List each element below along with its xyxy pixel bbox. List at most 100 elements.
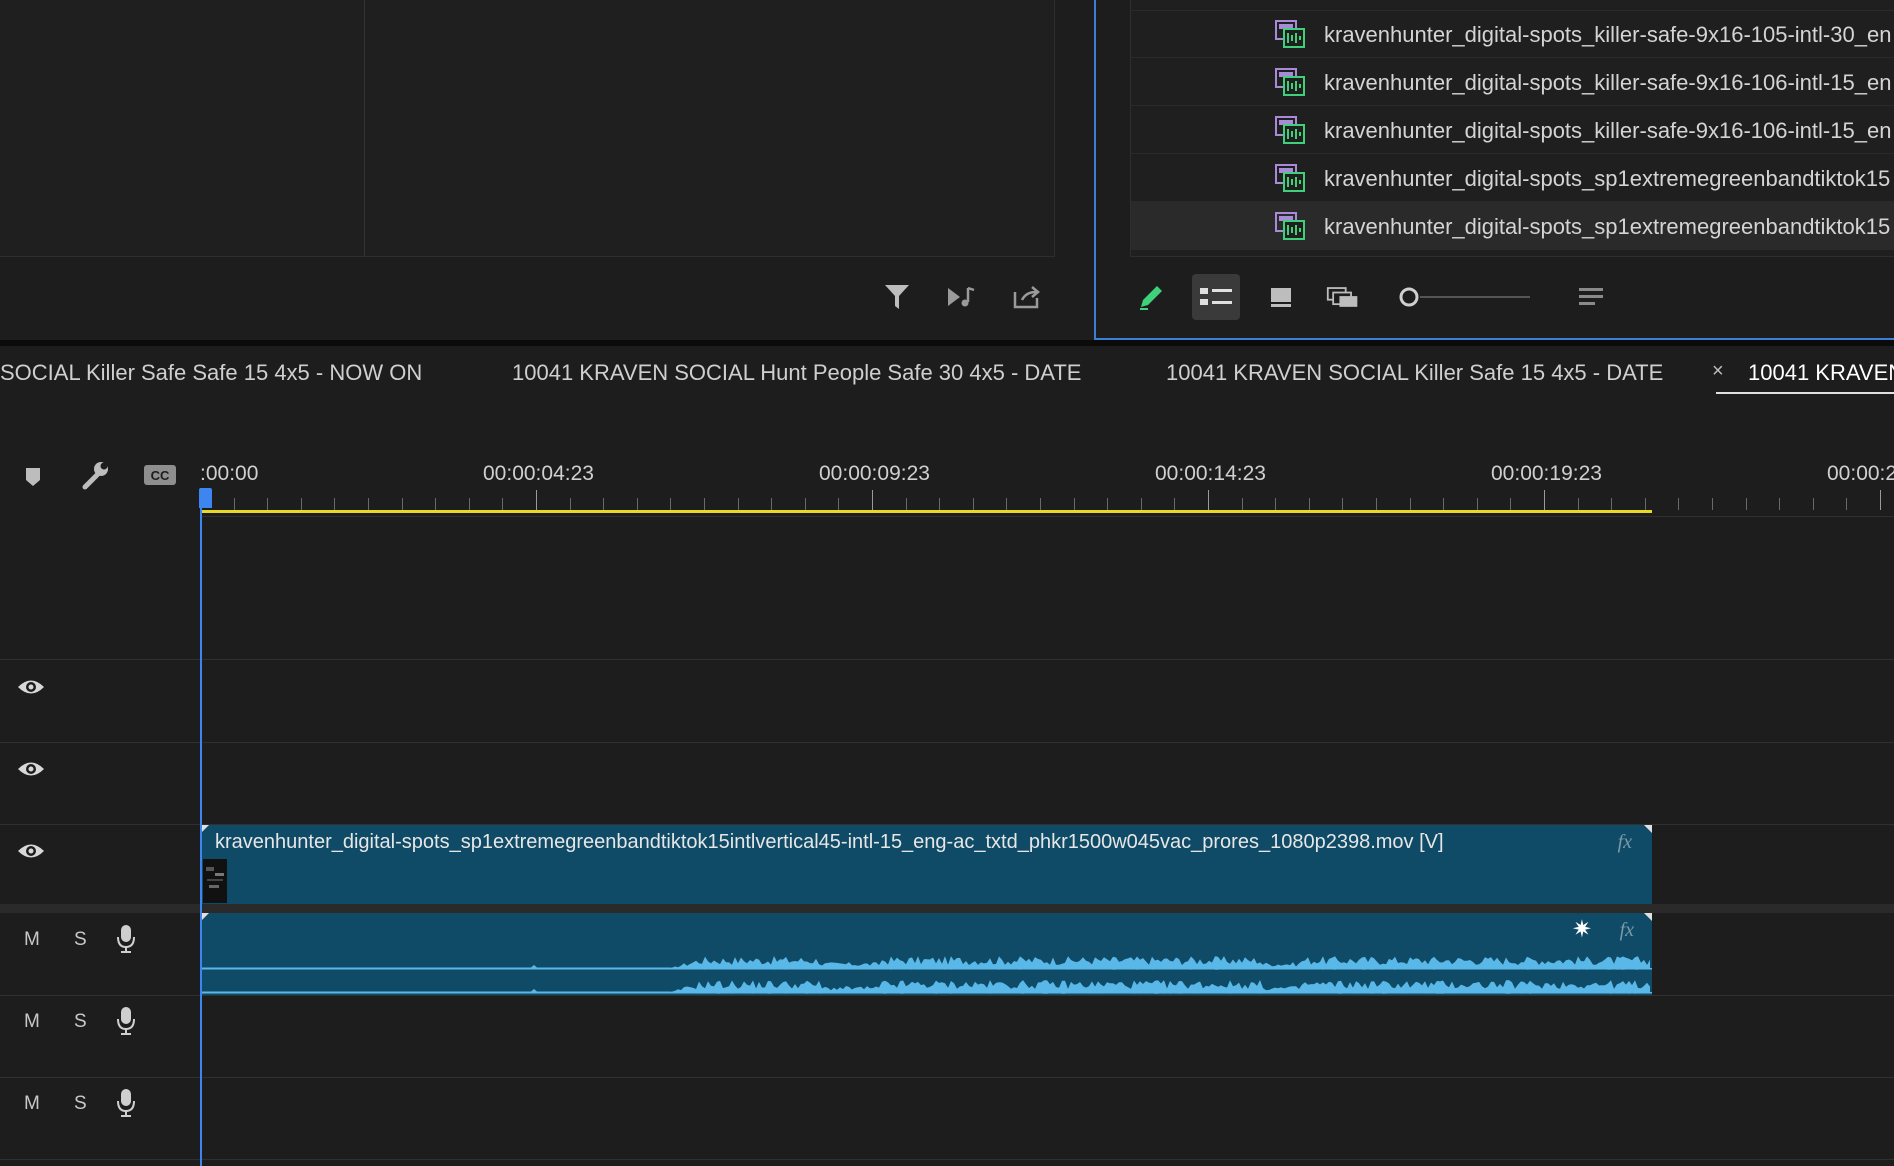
mute-track-button[interactable]: M bbox=[24, 1093, 40, 1115]
list-item[interactable]: kravenhunter_digital-spots_sp1extremegre… bbox=[1131, 154, 1894, 202]
waveform-channel bbox=[201, 980, 1650, 994]
ruler-tick bbox=[1174, 498, 1175, 510]
source-monitor-panel bbox=[0, 0, 1086, 340]
sequence-file-icon bbox=[1275, 212, 1305, 240]
ruler-timecode: 00:00:09:23 bbox=[819, 462, 930, 485]
ruler-tick bbox=[1376, 498, 1377, 510]
ruler-tick bbox=[1040, 498, 1041, 510]
ruler-tick bbox=[670, 498, 671, 510]
video-track-v3 bbox=[0, 660, 1894, 743]
sequence-file-icon bbox=[1275, 116, 1305, 144]
ruler-tick bbox=[1107, 498, 1108, 510]
ruler-tick bbox=[368, 498, 369, 510]
zoom-slider-handle[interactable] bbox=[1398, 286, 1420, 308]
ruler-tick bbox=[603, 498, 604, 510]
captions-cc-icon[interactable]: CC bbox=[143, 464, 177, 486]
playhead-line[interactable] bbox=[200, 508, 202, 1166]
ruler-timecode: 00:00:14:23 bbox=[1155, 462, 1266, 485]
add-marker-icon[interactable] bbox=[16, 460, 50, 494]
audio-waveform bbox=[201, 956, 1652, 994]
tab-sequence[interactable]: SOCIAL Killer Safe Safe 15 4x5 - NOW ON bbox=[0, 360, 422, 386]
voiceover-record-mic-icon[interactable] bbox=[116, 1088, 136, 1118]
zoom-slider-track[interactable] bbox=[1420, 296, 1530, 298]
list-item[interactable]: kravenhunter_digital-spots_killer-safe-9… bbox=[1131, 58, 1894, 106]
toggle-track-output-eye-icon[interactable] bbox=[16, 758, 46, 780]
ruler-tick bbox=[1242, 498, 1243, 510]
fx-badge-icon[interactable]: fx bbox=[1618, 831, 1632, 854]
mute-track-button[interactable]: M bbox=[24, 1011, 40, 1033]
insert-audio-icon[interactable] bbox=[945, 280, 979, 314]
ruler-tick bbox=[1578, 498, 1579, 510]
list-item-selected[interactable]: kravenhunter_digital-spots_sp1extremegre… bbox=[1131, 202, 1894, 250]
filter-icon[interactable] bbox=[880, 280, 914, 314]
voiceover-record-mic-icon[interactable] bbox=[116, 1006, 136, 1036]
freeform-view-icon[interactable] bbox=[1326, 280, 1360, 314]
tab-sequence[interactable]: 10041 KRAVEN SOCIAL Hunt People Safe 30 … bbox=[512, 360, 1081, 386]
video-clip[interactable]: kravenhunter_digital-spots_sp1extremegre… bbox=[201, 825, 1652, 904]
ruler-tick bbox=[1208, 490, 1209, 510]
tab-sequence[interactable]: 10041 KRAVEN SOCIAL Killer Safe 15 4x5 -… bbox=[1166, 360, 1663, 386]
close-icon[interactable]: × bbox=[1712, 360, 1724, 383]
list-item[interactable]: kravenhunter_digital-spots_killer-safe-9… bbox=[1131, 10, 1894, 58]
timeline-settings-wrench-icon[interactable] bbox=[78, 458, 112, 492]
ruler-tick bbox=[267, 498, 268, 510]
ruler-tick bbox=[435, 498, 436, 510]
list-view-button[interactable] bbox=[1192, 274, 1240, 320]
file-name: kravenhunter_digital-spots_killer-safe-9… bbox=[1324, 70, 1892, 95]
waveform-baseline bbox=[201, 968, 1652, 970]
ruler-tick bbox=[872, 490, 873, 510]
ruler-tick bbox=[570, 498, 571, 510]
file-name: kravenhunter_digital-spots_killer-safe-9… bbox=[1324, 118, 1892, 143]
video-audio-divider[interactable] bbox=[0, 904, 1894, 913]
ruler-tick bbox=[1746, 498, 1747, 510]
ruler-tick bbox=[1880, 490, 1881, 510]
icon-view-icon[interactable] bbox=[1264, 280, 1298, 314]
clip-start-marker bbox=[201, 913, 209, 921]
list-item[interactable]: kravenhunter_digital-spots_killer-safe-9… bbox=[1131, 106, 1894, 154]
ruler-tick bbox=[301, 498, 302, 510]
export-frame-icon[interactable] bbox=[1010, 280, 1044, 314]
toggle-track-output-eye-icon[interactable] bbox=[16, 840, 46, 862]
ruler-tick bbox=[1611, 498, 1612, 510]
clip-end-marker bbox=[1644, 913, 1652, 921]
ruler-tick bbox=[1779, 498, 1780, 510]
ruler-tick bbox=[1074, 498, 1075, 510]
solo-track-button[interactable]: S bbox=[74, 929, 87, 951]
ruler-tick bbox=[1141, 498, 1142, 510]
sequence-file-icon bbox=[1275, 164, 1305, 192]
ruler-tick bbox=[1410, 498, 1411, 510]
ruler-tick bbox=[1275, 498, 1276, 510]
waveform-baseline bbox=[201, 992, 1652, 994]
tab-sequence-active[interactable]: 10041 KRAVEN bbox=[1748, 360, 1894, 386]
audio-effect-star-icon[interactable]: ✷ bbox=[1572, 915, 1592, 944]
file-name: kravenhunter_digital-spots_killer-safe-9… bbox=[1324, 22, 1892, 47]
pencil-icon[interactable] bbox=[1134, 280, 1168, 314]
playhead-handle[interactable] bbox=[199, 488, 212, 508]
ruler-tick bbox=[1846, 498, 1847, 510]
toggle-track-output-eye-icon[interactable] bbox=[16, 676, 46, 698]
voiceover-record-mic-icon[interactable] bbox=[116, 924, 136, 954]
mute-track-button[interactable]: M bbox=[24, 929, 40, 951]
sequence-file-icon bbox=[1275, 20, 1305, 48]
panel-menu-icon[interactable] bbox=[1574, 280, 1608, 314]
ruler-tick bbox=[1477, 498, 1478, 510]
ruler-tick bbox=[906, 498, 907, 510]
active-tab-indicator bbox=[1716, 392, 1894, 394]
solo-track-button[interactable]: S bbox=[74, 1011, 87, 1033]
ruler-tick bbox=[234, 498, 235, 510]
audio-clip[interactable]: ✷ fx bbox=[201, 913, 1652, 995]
ruler-tick bbox=[704, 498, 705, 510]
solo-track-button[interactable]: S bbox=[74, 1093, 87, 1115]
ruler-timecode: 00:00:19:23 bbox=[1491, 462, 1602, 485]
ruler-tick bbox=[1645, 498, 1646, 510]
ruler-tick bbox=[334, 498, 335, 510]
work-area-bar[interactable] bbox=[200, 510, 1652, 513]
fx-badge-icon[interactable]: fx bbox=[1620, 919, 1634, 942]
timeline-header bbox=[0, 396, 1894, 517]
svg-text:CC: CC bbox=[151, 468, 170, 483]
ruler-tick bbox=[805, 498, 806, 510]
waveform-channel bbox=[201, 956, 1650, 970]
video-track-v2 bbox=[0, 742, 1894, 825]
ruler-timecode: 00:00:2 bbox=[1827, 462, 1894, 485]
ruler-tick bbox=[502, 498, 503, 510]
